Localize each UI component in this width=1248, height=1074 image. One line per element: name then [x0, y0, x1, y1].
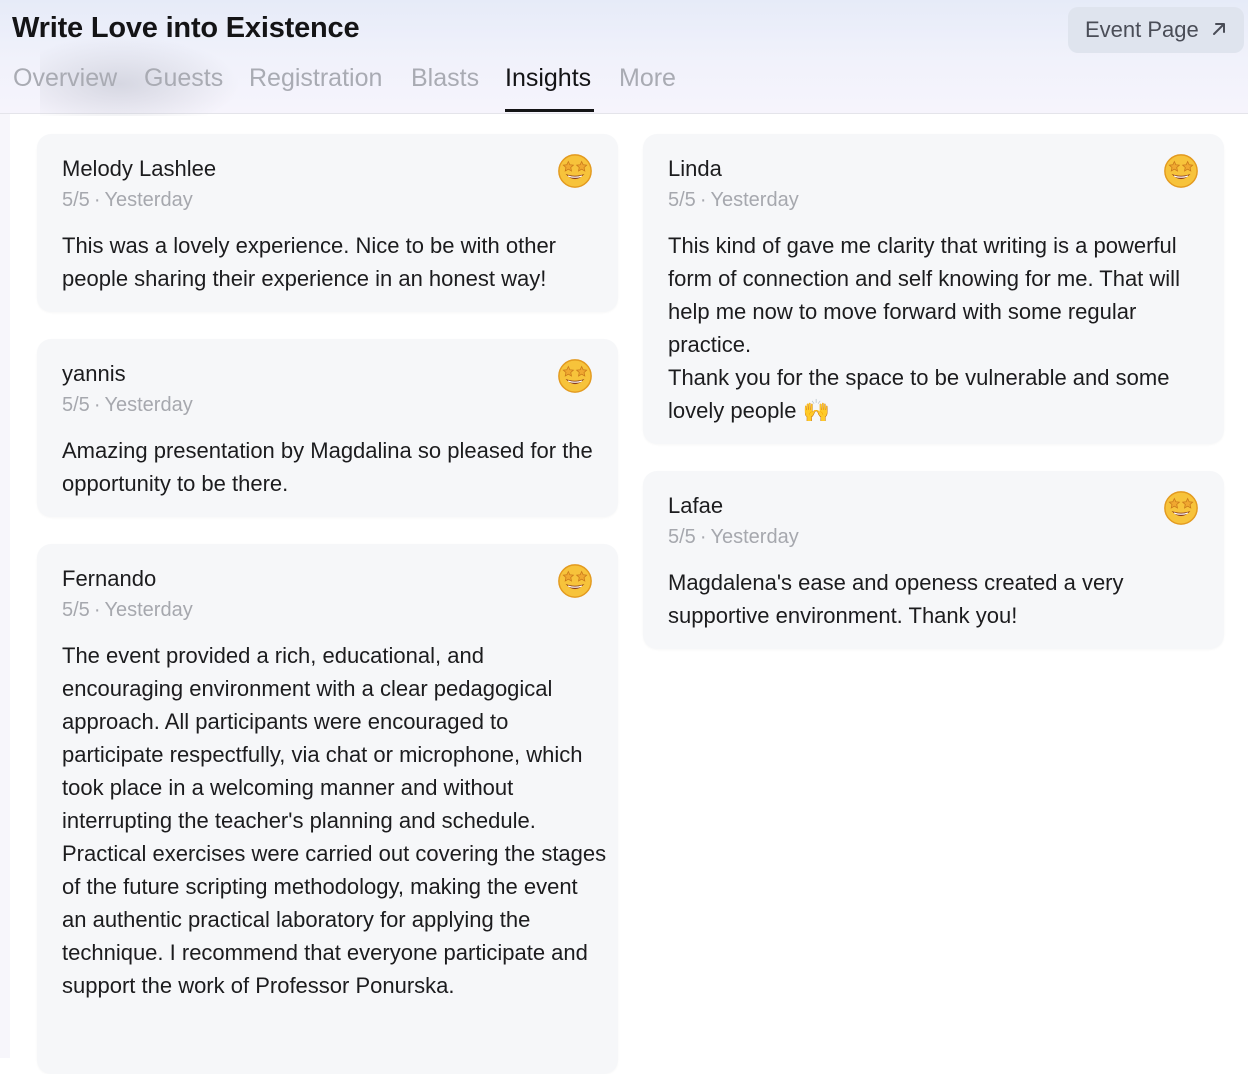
event-title: Write Love into Existence — [12, 12, 360, 44]
star-struck-emoji-icon — [1164, 491, 1198, 525]
review-meta: 5/5 · Yesterday — [668, 189, 799, 212]
review-rating: 5/5 — [62, 599, 90, 621]
arrow-up-right-icon — [1213, 23, 1225, 35]
review-meta: 5/5 · Yesterday — [62, 599, 193, 622]
review-date: Yesterday — [104, 394, 193, 416]
review-rating: 5/5 — [668, 189, 696, 211]
reviewer-name: Linda — [668, 156, 722, 181]
top-header: Write Love into Existence Event Page Ove… — [0, 0, 1248, 116]
reviewer-name: Fernando — [62, 566, 157, 591]
review-meta: 5/5 · Yesterday — [62, 189, 193, 212]
star-struck-emoji-icon — [558, 154, 592, 188]
tab-registration[interactable]: Registration — [249, 64, 382, 93]
reviewer-name: yannis — [62, 361, 126, 386]
star-struck-emoji-icon — [558, 359, 592, 393]
tab-insights[interactable]: Insights — [505, 64, 591, 93]
meta-separator: · — [699, 526, 707, 548]
review-text: The event provided a rich, educational, … — [62, 643, 607, 998]
tab-guests[interactable]: Guests — [144, 64, 223, 93]
feedback-card: Melody Lashlee 5/5 · Yesterday This was a … — [37, 134, 618, 312]
review-text: This kind of gave me clarity that writin… — [668, 233, 1180, 423]
feedback-card: Linda 5/5 · Yesterday This kind of gave me… — [643, 134, 1224, 444]
star-struck-emoji-icon — [1164, 154, 1198, 188]
star-struck-emoji-icon — [558, 564, 592, 598]
reviewer-name: Lafae — [668, 493, 724, 518]
review-date: Yesterday — [710, 526, 799, 548]
review-rating: 5/5 — [668, 526, 696, 548]
review-date: Yesterday — [104, 189, 193, 211]
meta-separator: · — [93, 599, 101, 621]
review-rating: 5/5 — [62, 394, 90, 416]
review-text: Magdalena's ease and openess created a v… — [668, 570, 1124, 628]
review-text: Amazing presentation by Magdalina so ple… — [62, 438, 593, 496]
event-page-button-label: Event Page — [1085, 17, 1199, 42]
feedback-card: yannis 5/5 · Yesterday Amazing presentatio… — [37, 339, 618, 517]
review-rating: 5/5 — [62, 189, 90, 211]
tab-blasts[interactable]: Blasts — [411, 64, 479, 93]
tab-more[interactable]: More — [619, 64, 676, 93]
reviewer-name: Melody Lashlee — [62, 156, 217, 181]
meta-separator: · — [93, 189, 101, 211]
meta-separator: · — [93, 394, 101, 416]
review-text: This was a lovely experience. Nice to be… — [62, 233, 557, 291]
left-edge-rail — [0, 114, 10, 1058]
feedback-card: Lafae 5/5 · Yesterday Magdalena's ease and… — [643, 471, 1224, 649]
event-page-button[interactable]: Event Page — [1068, 7, 1244, 53]
review-meta: 5/5 · Yesterday — [62, 394, 193, 417]
tab-overview[interactable]: Overview — [13, 64, 117, 93]
meta-separator: · — [699, 189, 707, 211]
review-date: Yesterday — [710, 189, 799, 211]
review-meta: 5/5 · Yesterday — [668, 526, 799, 549]
review-date: Yesterday — [104, 599, 193, 621]
feedback-card: Fernando 5/5 · Yesterday The event provide… — [37, 544, 618, 1074]
active-tab-indicator — [505, 109, 594, 112]
